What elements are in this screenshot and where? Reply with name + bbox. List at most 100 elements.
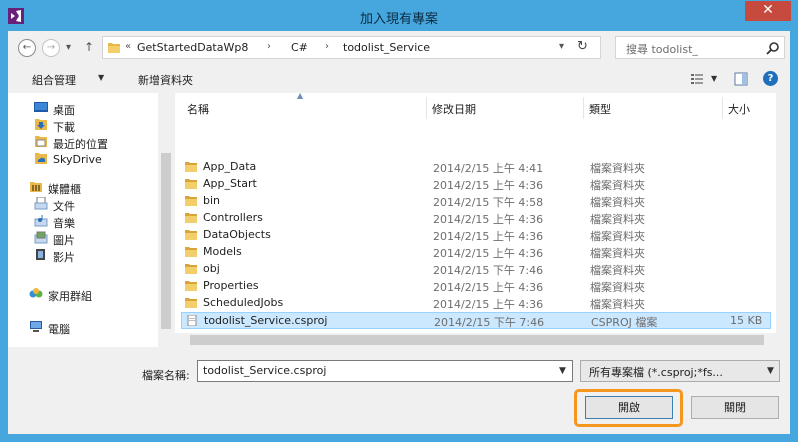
file-list-row[interactable]: bin 2014/2/15 下午 4:58 檔案資料夾 bbox=[181, 193, 771, 210]
folder-icon bbox=[185, 247, 197, 257]
pictures-icon bbox=[34, 231, 48, 244]
file-type-select[interactable]: 所有專案檔 (*.csproj;*fs... ▼ bbox=[580, 360, 780, 382]
folder-icon bbox=[108, 43, 120, 53]
cancel-button[interactable]: 關閉 bbox=[691, 396, 779, 419]
file-list-row[interactable]: Models 2014/2/15 上午 4:36 檔案資料夾 bbox=[181, 244, 771, 261]
file-modified-date: 2014/2/15 上午 4:36 bbox=[433, 213, 544, 226]
folder-icon bbox=[185, 298, 197, 308]
file-name: DataObjects bbox=[203, 228, 271, 241]
filename-dropdown-icon[interactable]: ▼ bbox=[559, 366, 566, 376]
column-header-type[interactable]: 類型 bbox=[589, 101, 611, 117]
filename-value: todolist_Service.csproj bbox=[203, 364, 327, 377]
music-icon bbox=[34, 215, 48, 227]
organize-button[interactable]: 組合管理 bbox=[32, 72, 76, 88]
preview-pane-icon[interactable] bbox=[734, 72, 748, 86]
file-modified-date: 2014/2/15 上午 4:36 bbox=[433, 179, 544, 192]
file-modified-date: 2014/2/15 上午 4:41 bbox=[433, 162, 544, 175]
filename-input[interactable]: todolist_Service.csproj ▼ bbox=[197, 360, 573, 382]
view-dropdown-icon[interactable]: ▼ bbox=[711, 74, 717, 83]
videos-icon bbox=[36, 249, 45, 260]
folder-icon bbox=[185, 162, 197, 172]
breadcrumb-item[interactable]: GetStartedDataWp8 bbox=[137, 41, 248, 54]
column-header-modified[interactable]: 修改日期 bbox=[432, 101, 476, 117]
file-list-row[interactable]: todolist_Service.csproj 2014/2/15 下午 7:46… bbox=[181, 312, 771, 329]
navigation-scrollbar-thumb[interactable] bbox=[161, 153, 171, 329]
folder-icon bbox=[185, 281, 197, 291]
file-name: obj bbox=[203, 262, 220, 275]
file-name: Controllers bbox=[203, 211, 263, 224]
navigation-pane: 桌面 下載 最近的位置 SkyDrive 媒體櫃 文件 音樂 圖片 影片 家用群… bbox=[8, 93, 173, 347]
file-type: 檔案資料夾 bbox=[590, 247, 645, 260]
libraries-icon bbox=[30, 182, 42, 192]
back-button[interactable]: ← bbox=[18, 39, 36, 57]
column-header-name[interactable]: 名稱 bbox=[187, 101, 209, 117]
window-close-button[interactable]: ✕ bbox=[745, 1, 791, 21]
file-list-row[interactable]: DataObjects 2014/2/15 上午 4:36 檔案資料夾 bbox=[181, 227, 771, 244]
organize-dropdown-icon[interactable]: ▼ bbox=[98, 73, 104, 82]
open-button[interactable]: 開啟 bbox=[585, 396, 673, 419]
file-type: 檔案資料夾 bbox=[590, 179, 645, 192]
file-type: CSPROJ 檔案 bbox=[591, 316, 658, 329]
file-type: 檔案資料夾 bbox=[590, 162, 645, 175]
address-dropdown-icon[interactable]: ▾ bbox=[559, 41, 564, 52]
forward-button[interactable]: → bbox=[42, 39, 60, 57]
dialog-window: 加入現有專案 ✕ ← → ▾ ↑ « GetStartedDataWp8 › C… bbox=[0, 0, 798, 442]
file-type: 檔案資料夾 bbox=[590, 281, 645, 294]
dialog-body: ← → ▾ ↑ « GetStartedDataWp8 › C# › todol… bbox=[8, 31, 790, 434]
breadcrumb-chevron-icon[interactable]: › bbox=[325, 41, 329, 52]
folder-icon bbox=[185, 196, 197, 206]
file-type: 檔案資料夾 bbox=[590, 264, 645, 277]
up-arrow-icon[interactable]: ↑ bbox=[84, 40, 94, 54]
file-list-row[interactable]: App_Data 2014/2/15 上午 4:41 檔案資料夾 bbox=[181, 159, 771, 176]
file-type-value: 所有專案檔 (*.csproj;*fs... bbox=[589, 366, 723, 379]
column-header-size[interactable]: 大小 bbox=[728, 101, 750, 117]
file-list-row[interactable]: obj 2014/2/15 下午 7:46 檔案資料夾 bbox=[181, 261, 771, 278]
title-bar: 加入現有專案 ✕ bbox=[0, 0, 798, 32]
desktop-icon bbox=[34, 102, 48, 112]
refresh-icon[interactable]: ↻ bbox=[577, 39, 588, 54]
search-icon[interactable] bbox=[766, 41, 780, 55]
window-title: 加入現有專案 bbox=[359, 12, 438, 27]
breadcrumb-chevron-icon[interactable]: › bbox=[267, 41, 271, 52]
breadcrumb-item[interactable]: C# bbox=[291, 41, 308, 54]
file-modified-date: 2014/2/15 下午 4:58 bbox=[433, 196, 544, 209]
view-options-icon[interactable] bbox=[690, 72, 704, 86]
file-name: todolist_Service.csproj bbox=[204, 314, 328, 327]
file-type: 檔案資料夾 bbox=[590, 230, 645, 243]
document-icon bbox=[187, 315, 197, 326]
breadcrumb-overflow[interactable]: « bbox=[125, 41, 131, 52]
folder-icon bbox=[185, 213, 197, 223]
file-list-row[interactable]: Properties 2014/2/15 上午 4:36 檔案資料夾 bbox=[181, 278, 771, 295]
help-icon[interactable]: ? bbox=[763, 71, 778, 86]
file-list-vertical-scrollbar[interactable] bbox=[776, 93, 790, 347]
file-modified-date: 2014/2/15 下午 7:46 bbox=[434, 316, 545, 329]
file-name: Models bbox=[203, 245, 242, 258]
file-list-row[interactable]: ScheduledJobs 2014/2/15 上午 4:36 檔案資料夾 bbox=[181, 295, 771, 312]
new-folder-button[interactable]: 新增資料夾 bbox=[138, 72, 193, 88]
breadcrumb-item[interactable]: todolist_Service bbox=[343, 41, 430, 54]
filename-label: 檔案名稱: bbox=[142, 369, 190, 382]
file-modified-date: 2014/2/15 下午 7:46 bbox=[433, 264, 544, 277]
search-input[interactable]: 搜尋 todolist_ bbox=[615, 36, 785, 59]
computer-icon bbox=[30, 321, 42, 332]
file-name: Properties bbox=[203, 279, 259, 292]
search-placeholder: 搜尋 todolist_ bbox=[626, 43, 698, 56]
horizontal-scrollbar-thumb[interactable] bbox=[190, 335, 764, 345]
file-list-row[interactable]: Controllers 2014/2/15 上午 4:36 檔案資料夾 bbox=[181, 210, 771, 227]
sort-ascending-icon: ▲ bbox=[297, 91, 304, 100]
file-modified-date: 2014/2/15 上午 4:36 bbox=[433, 247, 544, 260]
file-list-pane: ▲ 名稱 修改日期 類型 大小 App_Data 2014/2/15 上午 4:4… bbox=[175, 91, 790, 347]
file-name: bin bbox=[203, 194, 221, 207]
command-toolbar: 組合管理 ▼ 新增資料夾 ▼ ? bbox=[8, 65, 790, 93]
file-type-dropdown-icon[interactable]: ▼ bbox=[767, 366, 774, 376]
download-folder-icon bbox=[35, 119, 47, 130]
file-type: 檔案資料夾 bbox=[590, 298, 645, 311]
folder-icon bbox=[185, 264, 197, 274]
file-list-row[interactable]: App_Start 2014/2/15 上午 4:36 檔案資料夾 bbox=[181, 176, 771, 193]
documents-icon bbox=[34, 197, 48, 210]
homegroup-icon bbox=[29, 288, 43, 298]
file-size: 15 KB bbox=[730, 314, 763, 327]
skydrive-icon bbox=[35, 153, 47, 164]
recent-locations-dropdown-icon[interactable]: ▾ bbox=[66, 42, 71, 53]
address-bar[interactable]: « GetStartedDataWp8 › C# › todolist_Serv… bbox=[102, 36, 601, 59]
